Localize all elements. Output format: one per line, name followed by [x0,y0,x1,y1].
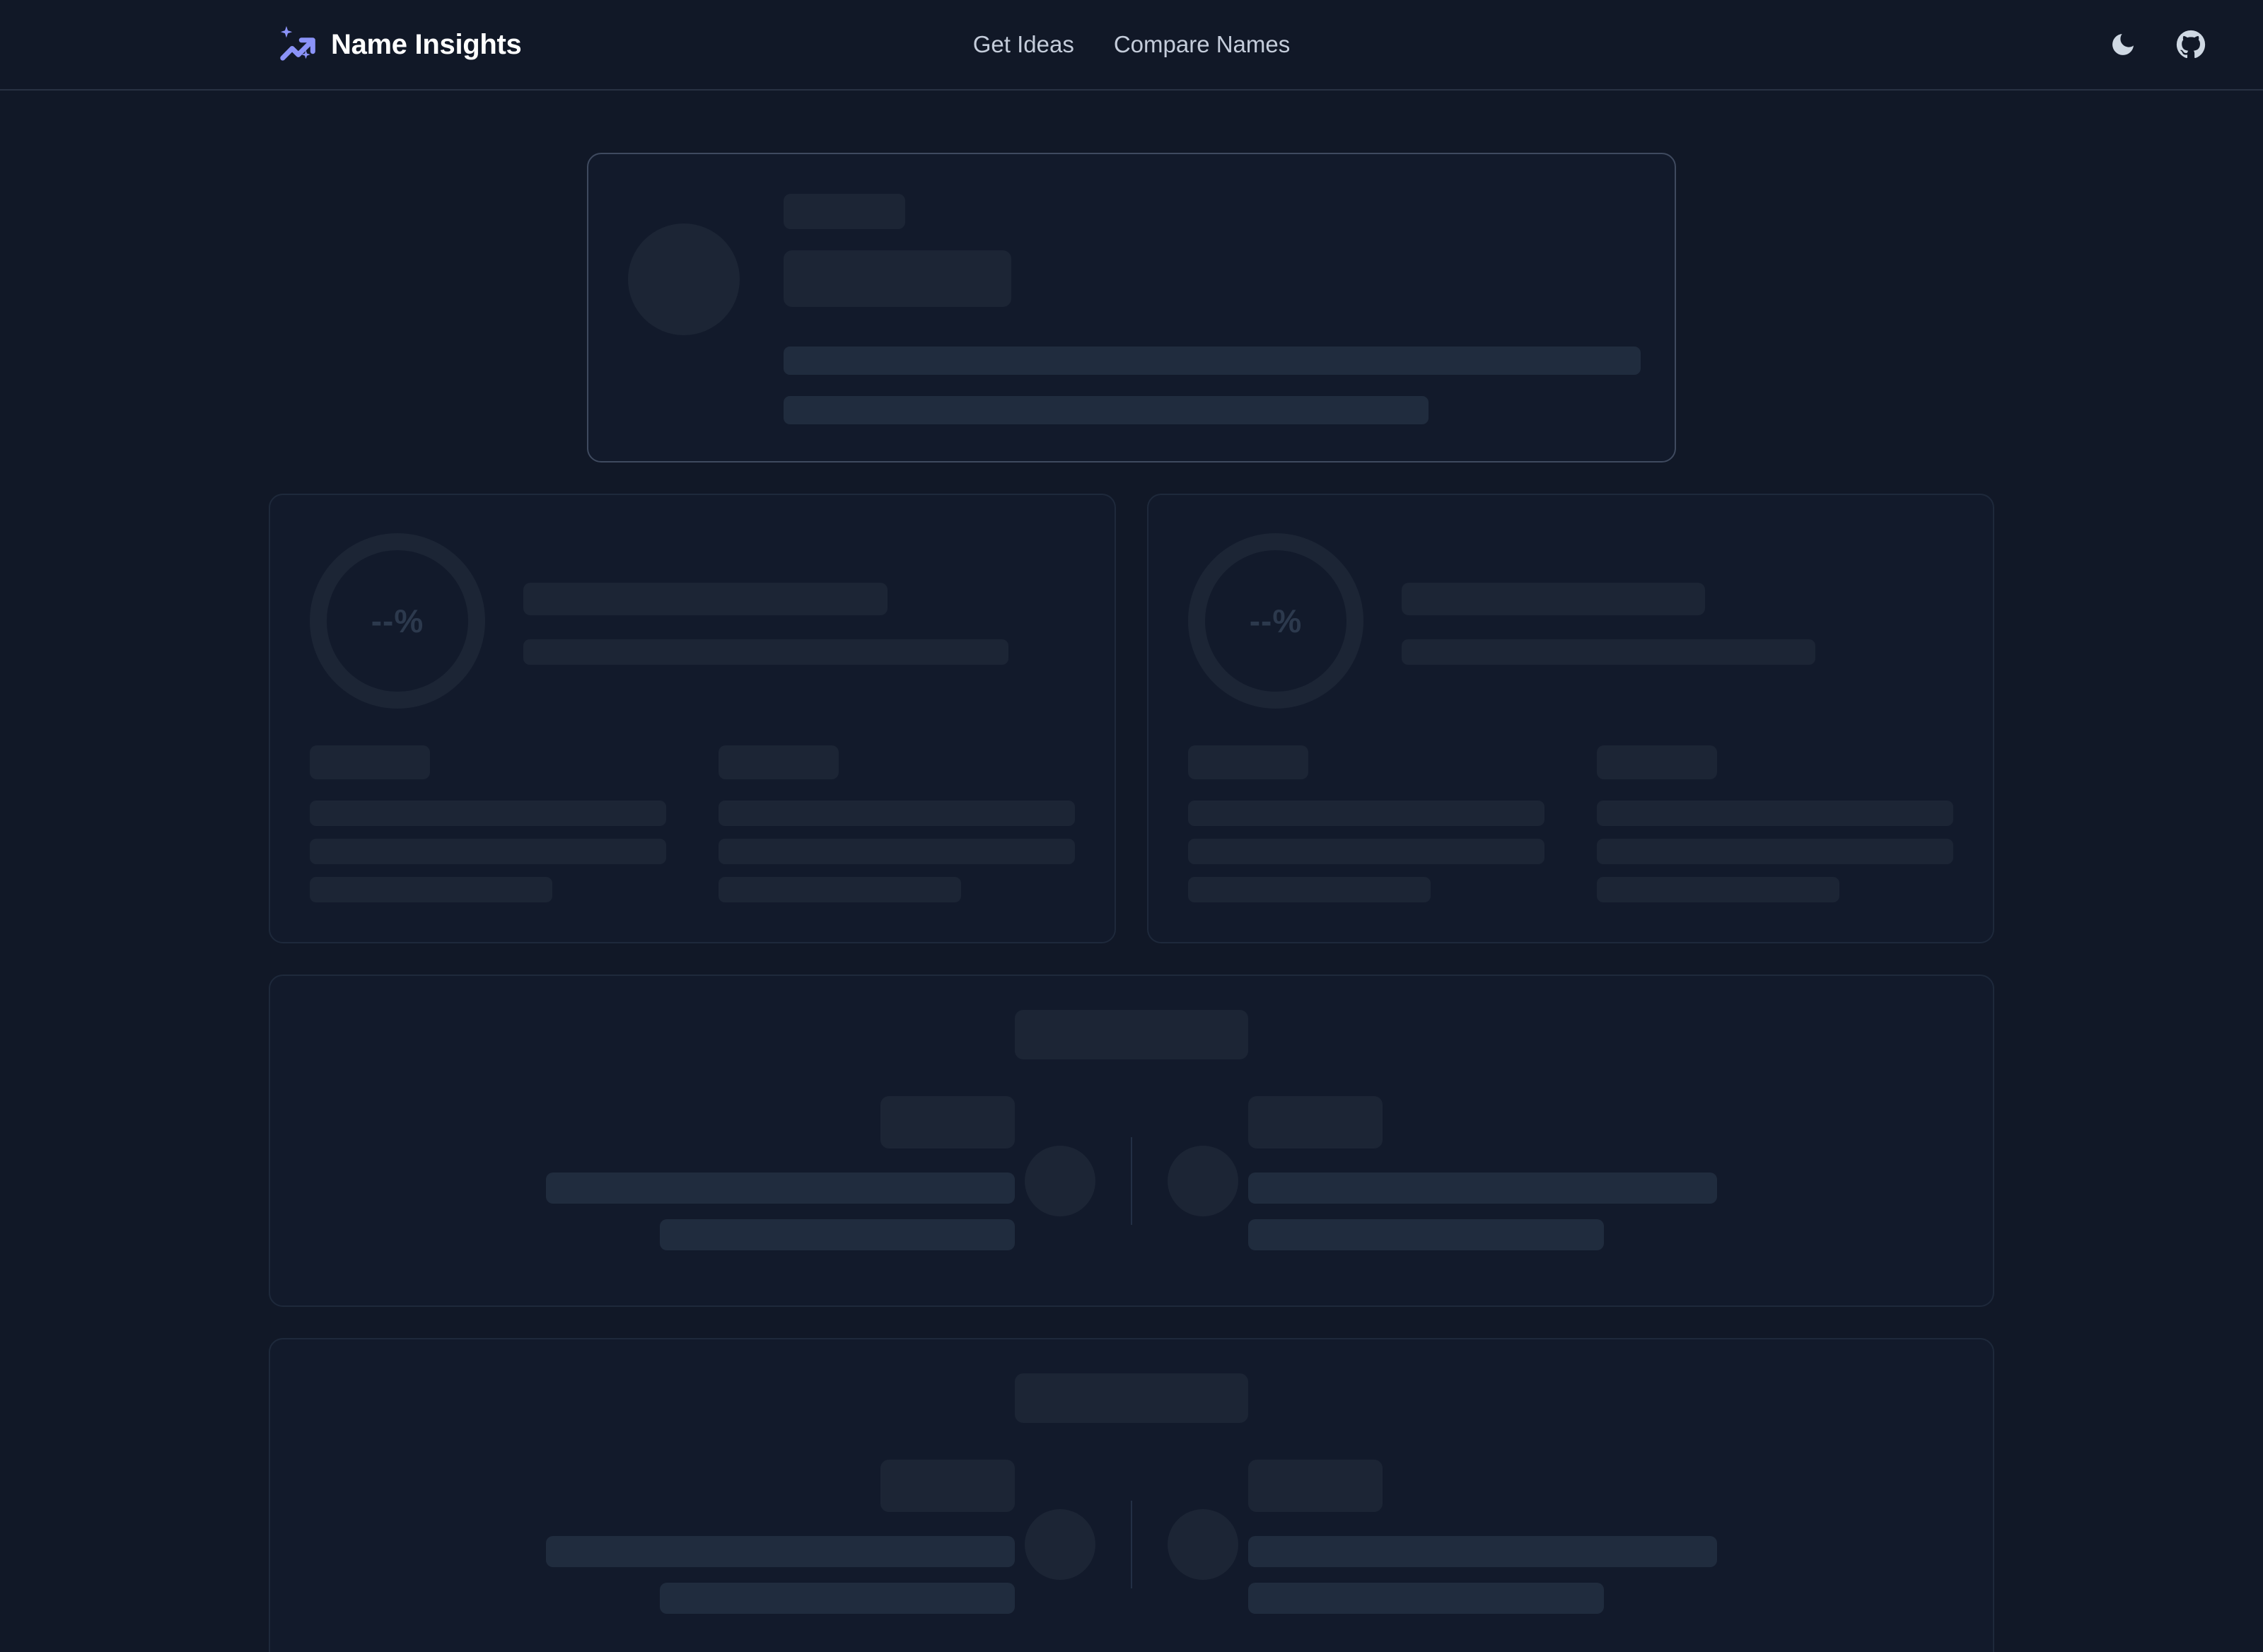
skeleton-circle-left [1025,1146,1095,1216]
skeleton-bar [659,1219,1015,1250]
main-content: --% --% [0,91,2263,1652]
skeleton-line [719,801,1075,826]
skeleton-chip [1248,1460,1383,1512]
skeleton-circle-left [1025,1509,1095,1580]
skeleton-line [523,583,888,615]
skeleton-circle-right [1168,1509,1238,1580]
skeleton-chip [1248,1096,1383,1148]
stat-cards-row: --% --% [269,494,1994,943]
hero-skeleton-body [784,187,1641,424]
stat-card-right-bottom [1188,709,1953,902]
stat-card-left-bottom [310,709,1075,902]
skeleton-bar [1248,1536,1718,1567]
skeleton-line-long [784,347,1641,375]
skeleton-bar [545,1536,1015,1567]
skeleton-line [719,839,1075,864]
stat-card-right-lines [1402,577,1953,665]
theme-toggle-button[interactable] [2107,29,2139,60]
skeleton-heading [1188,745,1308,779]
stat-card-left-lines [523,577,1075,665]
gauge-value-right: --% [1249,603,1303,639]
hero-skeleton-card [587,153,1676,463]
stat-column [1188,745,1544,902]
skeleton-avatar [628,223,740,335]
gauge-value-left: --% [371,603,424,639]
skeleton-circle-right [1168,1146,1238,1216]
skeleton-line [310,839,666,864]
github-icon [2176,30,2206,59]
stat-column [719,745,1075,902]
skeleton-line [1597,877,1839,902]
skeleton-bar [659,1583,1015,1614]
skeleton-heading [310,745,430,779]
skeleton-line [719,877,961,902]
skeleton-line-short [784,396,1429,424]
brand-logo[interactable]: Name Insights [276,24,522,65]
stat-column [310,745,666,902]
brand-title: Name Insights [331,28,522,60]
nav-get-ideas[interactable]: Get Ideas [973,31,1074,58]
skeleton-card-title [1015,1373,1248,1423]
skeleton-line [1402,639,1815,665]
skeleton-chip [880,1096,1015,1148]
vertical-divider [1131,1501,1132,1588]
skeleton-block [784,250,1011,307]
skeleton-pill [784,194,905,229]
stat-card-right: --% [1147,494,1994,943]
skeleton-bar [1248,1583,1604,1614]
stat-card-left-top: --% [310,533,1075,709]
skeleton-line [310,877,552,902]
content-container: --% --% [269,153,1994,1652]
vertical-divider [1131,1137,1132,1225]
skeleton-line [1402,583,1705,615]
skeleton-bar [1248,1219,1604,1250]
skeleton-line [1188,839,1544,864]
compare-skeleton-card-2 [269,1338,1994,1652]
sparkles-trending-up-icon [276,24,317,65]
skeleton-line [523,639,1009,665]
header-actions [2107,29,2206,60]
skeleton-line [1188,877,1431,902]
nav-compare-names[interactable]: Compare Names [1114,31,1290,58]
compare-side-left [304,1460,1015,1629]
skeleton-heading [1597,745,1717,779]
compare-skeleton-card-1 [269,975,1994,1307]
site-header: Name Insights Get Ideas Compare Names [0,0,2263,91]
skeleton-bar [545,1173,1015,1204]
compare-side-right [1248,1096,1959,1266]
skeleton-bar [1248,1173,1718,1204]
gauge-placeholder-right: --% [1188,533,1363,709]
skeleton-line [1597,839,1953,864]
skeleton-heading [719,745,839,779]
compare-side-right [1248,1460,1959,1629]
skeleton-line [310,801,666,826]
compare-side-left [304,1096,1015,1266]
compare-row [304,1096,1959,1266]
skeleton-card-title [1015,1010,1248,1059]
skeleton-line [1597,801,1953,826]
stat-card-right-top: --% [1188,533,1953,709]
main-nav: Get Ideas Compare Names [973,31,1291,58]
compare-row [304,1460,1959,1629]
stat-column [1597,745,1953,902]
moon-icon [2109,30,2137,59]
gauge-placeholder-left: --% [310,533,485,709]
skeleton-chip [880,1460,1015,1512]
compare-center [1015,1501,1248,1588]
skeleton-line [1188,801,1544,826]
github-button[interactable] [2175,29,2206,60]
stat-card-left: --% [269,494,1116,943]
compare-center [1015,1137,1248,1225]
app-root: Name Insights Get Ideas Compare Names --… [0,0,2263,1652]
